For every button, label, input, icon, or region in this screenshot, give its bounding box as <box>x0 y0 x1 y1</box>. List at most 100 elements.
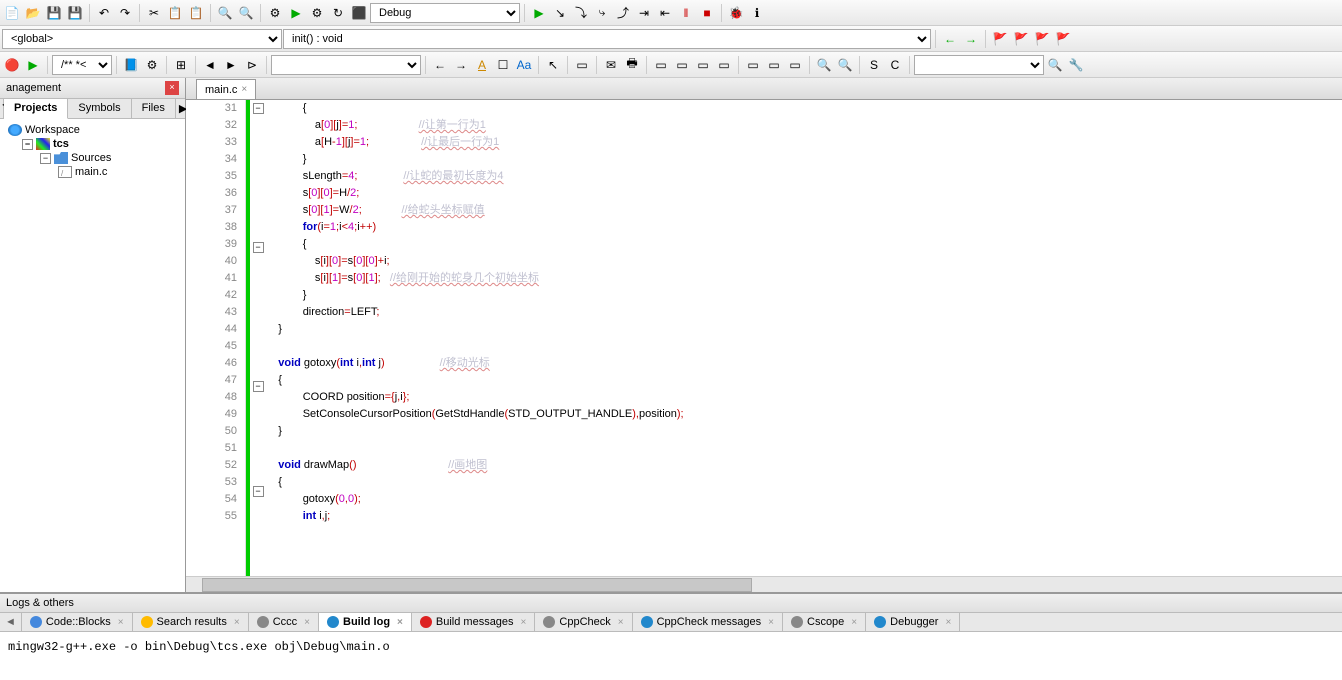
run-icon[interactable]: ▶ <box>286 3 306 23</box>
fold-toggle-icon[interactable]: − <box>253 381 264 392</box>
mail-icon[interactable]: ✉ <box>601 55 621 75</box>
log-tab-close-icon[interactable]: × <box>945 617 951 628</box>
layout3-icon[interactable]: ▭ <box>693 55 713 75</box>
logs-tab-prev-icon[interactable]: ◄ <box>0 613 22 631</box>
code-editor[interactable]: 3132333435363738394041424344454647484950… <box>186 100 1342 576</box>
open-icon[interactable]: 📂 <box>23 3 43 23</box>
redo-icon[interactable]: ↷ <box>115 3 135 23</box>
arrow-left-icon[interactable]: ← <box>430 55 450 75</box>
tab-close-icon[interactable]: × <box>241 84 247 95</box>
matchcase-icon[interactable]: Aa <box>514 55 534 75</box>
c-icon[interactable]: C <box>885 55 905 75</box>
run-to-cursor-icon[interactable]: ↘ <box>550 3 570 23</box>
extra-combo[interactable] <box>914 55 1044 75</box>
layout2-icon[interactable]: ▭ <box>672 55 692 75</box>
save-icon[interactable]: 💾 <box>44 3 64 23</box>
editor-tab-mainc[interactable]: main.c × <box>196 79 256 99</box>
undo-icon[interactable]: ↶ <box>94 3 114 23</box>
debug-windows-icon[interactable]: 🐞 <box>726 3 746 23</box>
function-combo[interactable]: init() : void <box>283 29 931 49</box>
info-icon[interactable]: ℹ <box>747 3 767 23</box>
next-line-icon[interactable]: ⤵ <box>571 3 591 23</box>
log-tab-close-icon[interactable]: × <box>851 617 857 628</box>
search-combo[interactable] <box>271 55 421 75</box>
stop-icon[interactable]: ■ <box>697 3 717 23</box>
log-tab-close-icon[interactable]: × <box>618 617 624 628</box>
block1-icon[interactable]: ▭ <box>743 55 763 75</box>
paste-icon[interactable]: 📋 <box>186 3 206 23</box>
fold-toggle-icon[interactable]: − <box>253 486 264 497</box>
wrench-icon[interactable]: 🔧 <box>1066 55 1086 75</box>
tab-projects[interactable]: Projects <box>4 99 68 119</box>
bookmark-toggle-icon[interactable]: 🚩 <box>990 29 1010 49</box>
doxygen-icon[interactable]: 📘 <box>121 55 141 75</box>
print-icon[interactable]: 🖶 <box>622 55 642 75</box>
tree-project[interactable]: − tcs <box>4 137 181 151</box>
last-icon[interactable]: ⊳ <box>242 55 262 75</box>
block3-icon[interactable]: ▭ <box>785 55 805 75</box>
step-out-icon[interactable]: ⤴ <box>613 3 633 23</box>
zoom-in-icon[interactable]: 🔍 <box>814 55 834 75</box>
fold-toggle-icon[interactable]: − <box>253 242 264 253</box>
log-tab-build-messages[interactable]: Build messages× <box>412 613 536 631</box>
prev-icon[interactable]: ◄ <box>200 55 220 75</box>
log-tab-code-blocks[interactable]: Code::Blocks× <box>22 613 133 631</box>
replace-icon[interactable]: 🔍 <box>236 3 256 23</box>
settings-icon[interactable]: ⚙ <box>142 55 162 75</box>
tab-symbols[interactable]: Symbols <box>68 99 131 118</box>
block2-icon[interactable]: ▭ <box>764 55 784 75</box>
bookmark-next-icon[interactable]: 🚩 <box>1032 29 1052 49</box>
search2-icon[interactable]: 🔍 <box>1045 55 1065 75</box>
tree-folder-sources[interactable]: − Sources <box>4 151 181 165</box>
select-icon[interactable]: ☐ <box>493 55 513 75</box>
expand-icon[interactable]: − <box>22 139 33 150</box>
tab-files[interactable]: Files <box>132 99 176 118</box>
comment-combo[interactable]: /** *< <box>52 55 112 75</box>
log-tab-cppcheck-messages[interactable]: CppCheck messages× <box>633 613 783 631</box>
breakpoint-icon[interactable]: 🔴 <box>2 55 22 75</box>
log-tab-cscope[interactable]: Cscope× <box>783 613 866 631</box>
bookmark-clear-icon[interactable]: 🚩 <box>1053 29 1073 49</box>
log-tab-close-icon[interactable]: × <box>521 617 527 628</box>
s-icon[interactable]: S <box>864 55 884 75</box>
log-tab-cppcheck[interactable]: CppCheck× <box>535 613 632 631</box>
layout1-icon[interactable]: ▭ <box>651 55 671 75</box>
jump-fwd-icon[interactable]: → <box>961 29 981 49</box>
copy-icon[interactable]: 📋 <box>165 3 185 23</box>
expand-icon[interactable]: − <box>40 153 51 164</box>
save-all-icon[interactable]: 💾 <box>65 3 85 23</box>
step-into-icon[interactable]: ⤷ <box>592 3 612 23</box>
break-icon[interactable]: ‖ <box>676 3 696 23</box>
log-tab-debugger[interactable]: Debugger× <box>866 613 960 631</box>
log-tab-close-icon[interactable]: × <box>397 617 403 628</box>
fortran-icon[interactable]: ⊞ <box>171 55 191 75</box>
horizontal-scrollbar[interactable] <box>186 576 1342 592</box>
jump-back-icon[interactable]: ← <box>940 29 960 49</box>
build-target-combo[interactable]: Debug <box>370 3 520 23</box>
run-icon2[interactable]: ▶ <box>23 55 43 75</box>
scope-combo[interactable]: <global> <box>2 29 282 49</box>
build-log-content[interactable]: mingw32-g++.exe -o bin\Debug\tcs.exe obj… <box>0 632 1342 680</box>
abort-icon[interactable]: ⬛ <box>349 3 369 23</box>
log-tab-close-icon[interactable]: × <box>234 617 240 628</box>
highlight-icon[interactable]: A <box>472 55 492 75</box>
layout4-icon[interactable]: ▭ <box>714 55 734 75</box>
tree-file-mainc[interactable]: main.c <box>4 165 181 179</box>
find-icon[interactable]: 🔍 <box>215 3 235 23</box>
log-tab-search-results[interactable]: Search results× <box>133 613 249 631</box>
log-tab-cccc[interactable]: Cccc× <box>249 613 319 631</box>
rebuild-icon[interactable]: ↻ <box>328 3 348 23</box>
management-close-icon[interactable]: × <box>165 81 179 95</box>
log-tab-close-icon[interactable]: × <box>768 617 774 628</box>
fold-toggle-icon[interactable]: − <box>253 103 264 114</box>
code-content[interactable]: { a[0][j]=1; //让第一行为1 a[H-1][j]=1; //让最后… <box>266 100 1342 576</box>
tree-workspace[interactable]: Workspace <box>4 123 181 137</box>
debug-start-icon[interactable]: ▶ <box>529 3 549 23</box>
next-instr-icon[interactable]: ⇥ <box>634 3 654 23</box>
rect-icon[interactable]: ▭ <box>572 55 592 75</box>
cut-icon[interactable]: ✂ <box>144 3 164 23</box>
scrollbar-thumb[interactable] <box>202 578 752 592</box>
zoom-out-icon[interactable]: 🔍 <box>835 55 855 75</box>
log-tab-close-icon[interactable]: × <box>118 617 124 628</box>
bookmark-prev-icon[interactable]: 🚩 <box>1011 29 1031 49</box>
